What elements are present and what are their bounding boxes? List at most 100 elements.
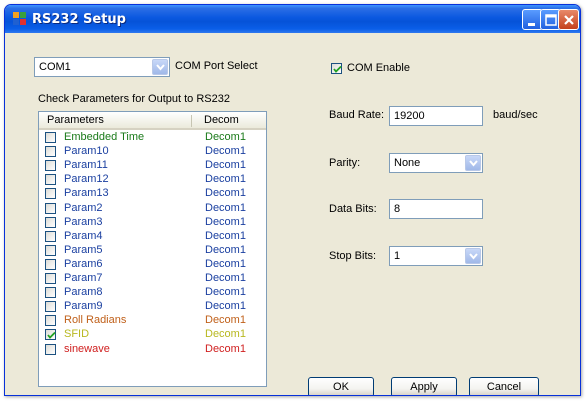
list-item-checkbox[interactable] xyxy=(45,146,56,158)
list-item[interactable]: Embedded Time Decom1 xyxy=(39,131,266,145)
decom-value: Decom1 xyxy=(205,328,246,341)
list-item[interactable]: sinewave Decom1 xyxy=(39,343,266,357)
apply-button[interactable]: Apply xyxy=(391,377,457,395)
list-item-checkbox[interactable] xyxy=(45,315,56,327)
list-item-checkbox[interactable] xyxy=(45,216,56,228)
list-item[interactable]: Param4 Decom1 xyxy=(39,230,266,244)
decom-value: Decom1 xyxy=(205,300,246,313)
decom-value: Decom1 xyxy=(205,342,246,355)
list-item[interactable]: Param12 Decom1 xyxy=(39,173,266,187)
list-header: Parameters Decom xyxy=(39,112,266,130)
stop-bits-label: Stop Bits: xyxy=(329,250,377,262)
list-item[interactable]: Param13 Decom1 xyxy=(39,187,266,201)
list-item-checkbox[interactable] xyxy=(45,188,56,200)
list-item[interactable]: Param11 Decom1 xyxy=(39,159,266,173)
list-item[interactable]: Roll Radians Decom1 xyxy=(39,314,266,328)
com-enable-label: COM Enable xyxy=(347,62,410,74)
baud-rate-field[interactable]: 19200 xyxy=(389,106,483,126)
checkmark-icon xyxy=(47,332,56,340)
list-item[interactable]: Param7 Decom1 xyxy=(39,272,266,286)
list-item-checkbox[interactable] xyxy=(45,287,56,299)
chevron-down-icon xyxy=(469,253,478,260)
baud-rate-label: Baud Rate: xyxy=(329,109,385,121)
parameter-name: Roll Radians xyxy=(64,314,127,327)
list-item-checkbox[interactable] xyxy=(45,202,56,214)
parity-label: Parity: xyxy=(329,157,361,169)
com-port-value: COM1 xyxy=(39,61,71,73)
decom-value: Decom1 xyxy=(205,272,246,284)
decom-value: Decom1 xyxy=(205,145,246,158)
list-item-checkbox[interactable] xyxy=(45,132,56,143)
close-button[interactable] xyxy=(558,9,579,30)
column-header-parameters[interactable]: Parameters xyxy=(47,114,104,126)
stop-bits-value: 1 xyxy=(394,250,401,262)
rs232-setup-window: RS232 Setup COM1 COM Port Select COM Ena… xyxy=(4,4,581,396)
decom-value: Decom1 xyxy=(205,215,246,228)
dialog-content: COM1 COM Port Select COM Enable Check Pa… xyxy=(5,33,580,395)
close-icon xyxy=(564,15,574,25)
cancel-button[interactable]: Cancel xyxy=(469,377,539,395)
parameter-name: Param6 xyxy=(64,257,103,270)
parameter-name: Param2 xyxy=(64,201,103,214)
decom-value: Decom1 xyxy=(205,286,246,299)
data-bits-label: Data Bits: xyxy=(329,203,377,215)
list-item[interactable]: Param5 Decom1 xyxy=(39,244,266,258)
list-item-checkbox[interactable] xyxy=(45,244,56,256)
app-window-icon xyxy=(13,12,26,25)
list-item-checkbox[interactable] xyxy=(45,174,56,186)
parity-value: None xyxy=(394,157,421,169)
parameter-name: Param5 xyxy=(64,243,103,256)
decom-value: Decom1 xyxy=(205,243,246,256)
com-port-dropdown-button[interactable] xyxy=(152,59,168,75)
chevron-down-icon xyxy=(156,64,165,71)
decom-value: Decom1 xyxy=(205,257,246,270)
decom-value: Decom1 xyxy=(205,173,246,186)
list-item-checkbox[interactable] xyxy=(45,258,56,270)
parameter-name: Param8 xyxy=(64,286,103,299)
list-item-checkbox[interactable] xyxy=(45,230,56,242)
data-bits-value: 8 xyxy=(394,203,401,215)
decom-value: Decom1 xyxy=(205,229,246,242)
window-title: RS232 Setup xyxy=(32,12,126,27)
list-item-checkbox[interactable] xyxy=(45,301,56,313)
list-item-checkbox[interactable] xyxy=(45,160,56,172)
baud-rate-value: 19200 xyxy=(394,110,425,122)
list-item[interactable]: Param9 Decom1 xyxy=(39,300,266,314)
list-item-checkbox[interactable] xyxy=(45,343,56,355)
parameters-list[interactable]: Parameters Decom Embedded Time Decom1 Para… xyxy=(38,111,267,387)
parameter-name: Param7 xyxy=(64,272,103,284)
column-divider[interactable] xyxy=(191,115,192,127)
column-header-decom[interactable]: Decom xyxy=(204,114,239,126)
parity-select[interactable]: None xyxy=(389,153,483,173)
stop-bits-select[interactable]: 1 xyxy=(389,246,483,266)
com-port-select[interactable]: COM1 xyxy=(34,57,170,77)
parameter-name: Param10 xyxy=(64,145,109,158)
parameter-name: SFID xyxy=(64,328,90,341)
list-item-checkbox[interactable] xyxy=(45,329,56,341)
stop-bits-dropdown-button[interactable] xyxy=(465,248,481,264)
com-port-label: COM Port Select xyxy=(175,60,258,72)
list-item[interactable]: Param2 Decom1 xyxy=(39,202,266,216)
decom-value: Decom1 xyxy=(205,159,246,172)
baud-unit-label: baud/sec xyxy=(493,109,538,121)
checkmark-icon xyxy=(333,65,342,73)
parity-dropdown-button[interactable] xyxy=(465,155,481,171)
list-item-checkbox[interactable] xyxy=(45,273,56,284)
data-bits-field[interactable]: 8 xyxy=(389,199,483,219)
params-caption: Check Parameters for Output to RS232 xyxy=(38,93,230,105)
decom-value: Decom1 xyxy=(205,201,246,214)
parameter-name: sinewave xyxy=(64,342,110,355)
title-bar[interactable]: RS232 Setup xyxy=(5,5,580,33)
com-enable-checkbox[interactable] xyxy=(331,63,342,74)
parameter-name: Param9 xyxy=(64,300,103,313)
decom-value: Decom1 xyxy=(205,131,246,143)
decom-value: Decom1 xyxy=(205,314,246,327)
parameter-name: Param12 xyxy=(64,173,109,186)
ok-button[interactable]: OK xyxy=(308,377,374,395)
list-item[interactable]: SFID Decom1 xyxy=(39,328,266,342)
list-item[interactable]: Param3 Decom1 xyxy=(39,216,266,230)
list-item[interactable]: Param6 Decom1 xyxy=(39,258,266,272)
parameter-name: Param11 xyxy=(64,159,108,172)
list-item[interactable]: Param10 Decom1 xyxy=(39,145,266,159)
list-item[interactable]: Param8 Decom1 xyxy=(39,286,266,300)
